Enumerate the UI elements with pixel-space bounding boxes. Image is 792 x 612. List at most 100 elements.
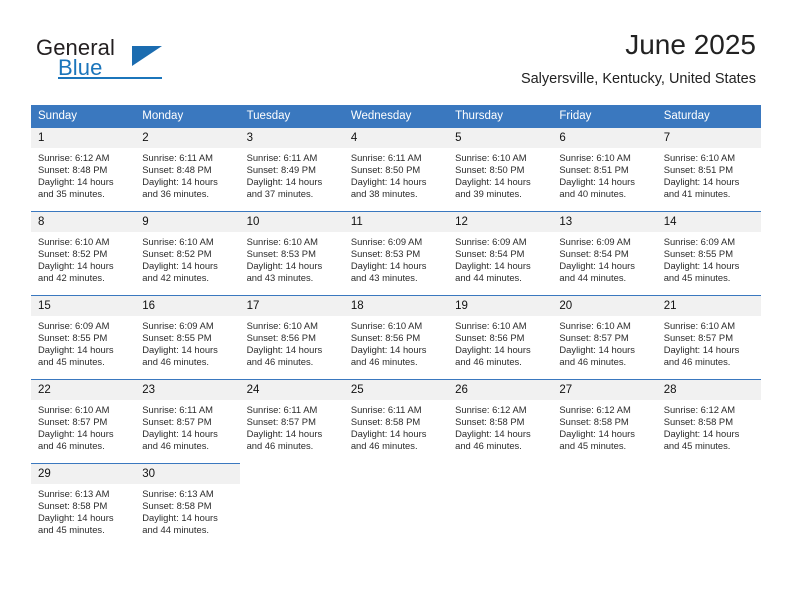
day-cell-inner: 20 Sunrise: 6:10 AM Sunset: 8:57 PM Dayligh…: [552, 295, 657, 379]
calendar-day-cell[interactable]: 6 Sunrise: 6:10 AM Sunset: 8:51 PM Daylight…: [552, 127, 657, 211]
brand-logo[interactable]: General Blue: [36, 35, 236, 87]
calendar-day-cell[interactable]: 18 Sunrise: 6:10 AM Sunset: 8:56 PM Dayligh…: [343, 295, 449, 379]
day-number: 1: [31, 128, 136, 148]
daylight-text-line2: and 39 minutes.: [455, 188, 522, 200]
day-details: Sunrise: 6:10 AM Sunset: 8:56 PM Daylight:…: [448, 316, 552, 368]
calendar-day-cell[interactable]: 7 Sunrise: 6:10 AM Sunset: 8:51 PM Daylight…: [656, 127, 761, 211]
calendar-day-cell[interactable]: 21 Sunrise: 6:10 AM Sunset: 8:57 PM Dayligh…: [656, 295, 761, 379]
day-details: Sunrise: 6:11 AM Sunset: 8:57 PM Daylight:…: [240, 400, 344, 452]
day-details: Sunrise: 6:12 AM Sunset: 8:58 PM Daylight:…: [552, 400, 656, 452]
calendar-empty-cell: [239, 463, 344, 547]
calendar-day-cell[interactable]: 9 Sunrise: 6:10 AM Sunset: 8:52 PM Daylight…: [135, 211, 240, 295]
day-number: 16: [135, 296, 240, 316]
daylight-text-line1: Daylight: 14 hours: [663, 260, 740, 272]
day-cell-inner: 5 Sunrise: 6:10 AM Sunset: 8:50 PM Daylight…: [448, 127, 553, 211]
sunrise-text: Sunrise: 6:09 AM: [455, 236, 527, 247]
day-details: Sunrise: 6:10 AM Sunset: 8:50 PM Daylight:…: [448, 148, 552, 200]
daylight-text-line1: Daylight: 14 hours: [142, 176, 218, 188]
day-number: 4: [343, 128, 449, 148]
calendar-day-cell[interactable]: 20 Sunrise: 6:10 AM Sunset: 8:57 PM Dayligh…: [552, 295, 657, 379]
daylight-text-line2: and 46 minutes.: [350, 356, 418, 368]
sunrise-text: Sunrise: 6:10 AM: [38, 404, 110, 415]
calendar-day-cell[interactable]: 13 Sunrise: 6:09 AM Sunset: 8:54 PM Dayligh…: [552, 211, 657, 295]
calendar-day-cell[interactable]: 23 Sunrise: 6:11 AM Sunset: 8:57 PM Dayligh…: [135, 379, 240, 463]
daylight-text-line1: Daylight: 14 hours: [350, 428, 427, 440]
sunset-text: Sunset: 8:51 PM: [559, 164, 629, 176]
calendar-day-cell[interactable]: 25 Sunrise: 6:11 AM Sunset: 8:58 PM Dayligh…: [343, 379, 449, 463]
brand-triangle-icon: [132, 46, 162, 66]
sunset-text: Sunset: 8:50 PM: [455, 164, 525, 176]
day-cell-inner: [552, 463, 657, 547]
calendar-day-cell[interactable]: 1 Sunrise: 6:12 AM Sunset: 8:48 PM Daylight…: [31, 127, 136, 211]
sunset-text: Sunset: 8:48 PM: [142, 164, 212, 176]
calendar-day-cell[interactable]: 17 Sunrise: 6:10 AM Sunset: 8:56 PM Dayligh…: [239, 295, 344, 379]
day-details: [240, 484, 344, 488]
calendar-day-cell[interactable]: 14 Sunrise: 6:09 AM Sunset: 8:55 PM Dayligh…: [656, 211, 761, 295]
calendar-day-cell[interactable]: 19 Sunrise: 6:10 AM Sunset: 8:56 PM Dayligh…: [448, 295, 553, 379]
day-cell-inner: 12 Sunrise: 6:09 AM Sunset: 8:54 PM Dayligh…: [448, 211, 553, 295]
day-details: Sunrise: 6:11 AM Sunset: 8:50 PM Daylight:…: [344, 148, 448, 200]
calendar-day-cell[interactable]: 12 Sunrise: 6:09 AM Sunset: 8:54 PM Dayligh…: [448, 211, 553, 295]
calendar-week-row: 8 Sunrise: 6:10 AM Sunset: 8:52 PM Daylight…: [31, 211, 761, 295]
day-cell-inner: 27 Sunrise: 6:12 AM Sunset: 8:58 PM Dayligh…: [552, 379, 657, 463]
sunset-text: Sunset: 8:55 PM: [142, 332, 212, 344]
calendar-day-cell[interactable]: 24 Sunrise: 6:11 AM Sunset: 8:57 PM Dayligh…: [239, 379, 344, 463]
day-number: 3: [239, 128, 344, 148]
calendar-day-cell[interactable]: 15 Sunrise: 6:09 AM Sunset: 8:55 PM Dayligh…: [31, 295, 136, 379]
calendar-day-cell[interactable]: 22 Sunrise: 6:10 AM Sunset: 8:57 PM Dayligh…: [31, 379, 136, 463]
sunrise-text: Sunrise: 6:11 AM: [350, 152, 422, 163]
day-cell-inner: 19 Sunrise: 6:10 AM Sunset: 8:56 PM Dayligh…: [448, 295, 553, 379]
sunrise-text: Sunrise: 6:11 AM: [350, 404, 422, 415]
page-header: General Blue June 2025 Salyersville, Ken…: [0, 0, 792, 100]
sunrise-text: Sunrise: 6:09 AM: [142, 320, 214, 331]
daylight-text-line1: Daylight: 14 hours: [663, 344, 740, 356]
day-number: 18: [343, 296, 449, 316]
sunset-text: Sunset: 8:57 PM: [559, 332, 629, 344]
daylight-text-line1: Daylight: 14 hours: [142, 260, 218, 272]
calendar-day-cell[interactable]: 5 Sunrise: 6:10 AM Sunset: 8:50 PM Daylight…: [448, 127, 553, 211]
day-number: 2: [135, 128, 240, 148]
daylight-text-line2: and 37 minutes.: [246, 188, 314, 200]
calendar-day-cell[interactable]: 26 Sunrise: 6:12 AM Sunset: 8:58 PM Dayligh…: [448, 379, 553, 463]
sunset-text: Sunset: 8:56 PM: [246, 332, 316, 344]
sunrise-text: Sunrise: 6:11 AM: [142, 152, 213, 163]
sunrise-text: Sunrise: 6:10 AM: [663, 152, 736, 163]
day-number: 12: [448, 212, 553, 232]
calendar-day-cell[interactable]: 4 Sunrise: 6:11 AM Sunset: 8:50 PM Daylight…: [343, 127, 449, 211]
daylight-text-line2: and 46 minutes.: [38, 440, 105, 452]
sunset-text: Sunset: 8:48 PM: [38, 164, 108, 176]
daylight-text-line2: and 46 minutes.: [663, 356, 731, 368]
calendar-day-cell[interactable]: 8 Sunrise: 6:10 AM Sunset: 8:52 PM Daylight…: [31, 211, 136, 295]
calendar-day-cell[interactable]: 28 Sunrise: 6:12 AM Sunset: 8:58 PM Dayligh…: [656, 379, 761, 463]
calendar-day-cell[interactable]: 11 Sunrise: 6:09 AM Sunset: 8:53 PM Dayligh…: [343, 211, 449, 295]
calendar-day-cell[interactable]: 29 Sunrise: 6:13 AM Sunset: 8:58 PM Dayligh…: [31, 463, 136, 547]
sunrise-text: Sunrise: 6:11 AM: [246, 404, 318, 415]
sunset-text: Sunset: 8:50 PM: [350, 164, 421, 176]
day-cell-inner: 16 Sunrise: 6:09 AM Sunset: 8:55 PM Dayligh…: [135, 295, 240, 379]
daylight-text-line1: Daylight: 14 hours: [38, 512, 114, 524]
sunset-text: Sunset: 8:58 PM: [38, 500, 108, 512]
daylight-text-line2: and 35 minutes.: [38, 188, 105, 200]
daylight-text-line1: Daylight: 14 hours: [559, 428, 635, 440]
day-details: Sunrise: 6:11 AM Sunset: 8:49 PM Daylight:…: [240, 148, 344, 200]
sunset-text: Sunset: 8:57 PM: [38, 416, 108, 428]
weekday-header-monday: Monday: [135, 105, 240, 127]
day-cell-inner: 21 Sunrise: 6:10 AM Sunset: 8:57 PM Dayligh…: [656, 295, 761, 379]
day-number: 7: [656, 128, 761, 148]
calendar-day-cell[interactable]: 27 Sunrise: 6:12 AM Sunset: 8:58 PM Dayligh…: [552, 379, 657, 463]
day-number: 25: [343, 380, 449, 400]
daylight-text-line1: Daylight: 14 hours: [350, 260, 427, 272]
day-cell-inner: 18 Sunrise: 6:10 AM Sunset: 8:56 PM Dayligh…: [343, 295, 449, 379]
sunset-text: Sunset: 8:58 PM: [663, 416, 733, 428]
calendar-day-cell[interactable]: 30 Sunrise: 6:13 AM Sunset: 8:58 PM Dayligh…: [135, 463, 240, 547]
daylight-text-line2: and 36 minutes.: [142, 188, 209, 200]
day-number: 14: [656, 212, 761, 232]
sunrise-text: Sunrise: 6:10 AM: [38, 236, 110, 247]
day-number: 24: [239, 380, 344, 400]
calendar-day-cell[interactable]: 16 Sunrise: 6:09 AM Sunset: 8:55 PM Dayligh…: [135, 295, 240, 379]
sunrise-text: Sunrise: 6:13 AM: [38, 488, 110, 499]
calendar-day-cell[interactable]: 3 Sunrise: 6:11 AM Sunset: 8:49 PM Daylight…: [239, 127, 344, 211]
sunrise-text: Sunrise: 6:09 AM: [663, 236, 736, 247]
calendar-day-cell[interactable]: 10 Sunrise: 6:10 AM Sunset: 8:53 PM Dayligh…: [239, 211, 344, 295]
calendar-day-cell[interactable]: 2 Sunrise: 6:11 AM Sunset: 8:48 PM Daylight…: [135, 127, 240, 211]
